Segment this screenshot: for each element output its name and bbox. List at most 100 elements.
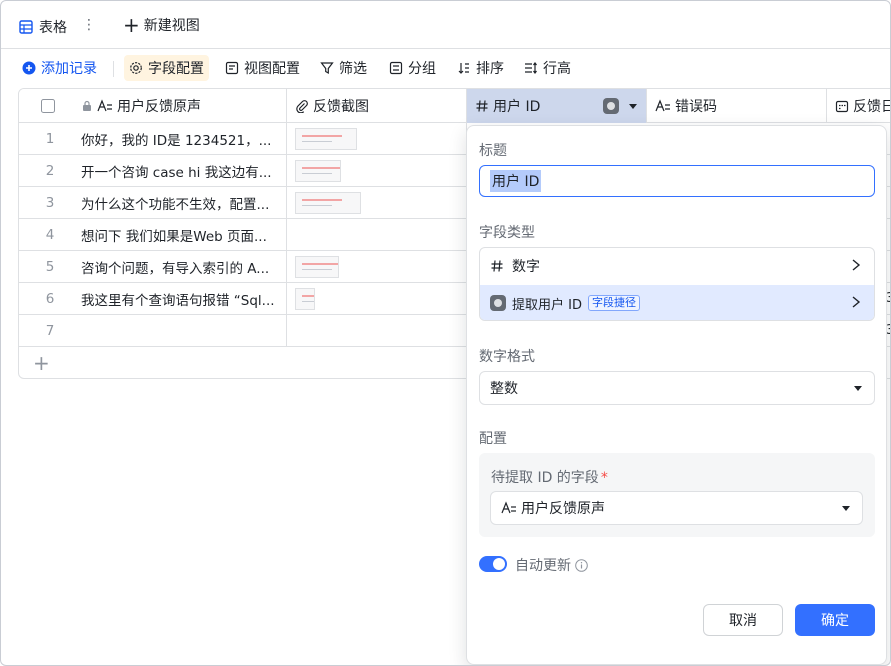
screenshot-thumbnail[interactable]	[295, 127, 357, 150]
column-header-label: 用户反馈原声	[117, 99, 201, 115]
feedback-text: 为什么这个功能不生效，配置...	[81, 196, 270, 213]
cancel-button[interactable]: 取消	[703, 604, 783, 636]
feedback-text: 咨询个问题，有导入索引的 A...	[81, 260, 270, 277]
field-config-label: 字段配置	[148, 61, 204, 77]
screenshot-thumbnail[interactable]	[295, 255, 339, 278]
field-config-panel: 标题 用户 ID 字段类型 数字 提取用户 ID 字段捷径 数字格式 整数 配置…	[466, 125, 887, 665]
view-config-label: 视图配置	[244, 61, 300, 77]
source-field-value: 用户反馈原声	[521, 501, 605, 517]
row-height-button[interactable]: 行高	[519, 55, 576, 81]
add-row-button[interactable]: +	[33, 351, 50, 375]
new-view-button[interactable]: + 新建视图	[123, 15, 200, 35]
screenshot-cell[interactable]	[287, 123, 467, 154]
toolbar-divider	[113, 61, 114, 77]
number-format-select[interactable]: 整数	[479, 371, 875, 405]
text-field-icon	[97, 99, 112, 112]
select-all-cell[interactable]	[19, 89, 81, 123]
add-record-label: 添加记录	[41, 61, 97, 77]
auto-update-label: 自动更新	[515, 558, 571, 574]
more-icon[interactable]: ⋮	[82, 17, 96, 33]
tab-table[interactable]: 表格 ⋮	[9, 9, 105, 45]
feedback-cell[interactable]: 开一个咨询 case hi 我这边有...	[81, 155, 287, 186]
view-tabs: 表格 ⋮ + 新建视图	[1, 1, 890, 49]
column-header-feedback-date[interactable]: 反馈日	[827, 89, 891, 123]
row-number: 1	[45, 130, 55, 147]
grid-header: 用户反馈原声 反馈截图 用户 ID 错误码 反馈日	[19, 89, 891, 123]
field-config-button[interactable]: 字段配置	[124, 55, 209, 81]
add-record-button[interactable]: 添加记录	[17, 55, 102, 81]
column-header-feedback[interactable]: 用户反馈原声	[81, 89, 287, 123]
feedback-cell[interactable]	[81, 315, 287, 346]
row-number: 5	[45, 258, 55, 275]
feedback-text: 你好，我的 ID是 1234521，...	[81, 132, 272, 149]
sort-label: 排序	[476, 61, 504, 77]
attachment-icon	[296, 100, 308, 113]
field-shortcut-tag: 字段捷径	[587, 295, 640, 311]
column-header-label: 错误码	[675, 99, 717, 115]
info-icon[interactable]	[575, 558, 588, 572]
calendar-icon	[835, 100, 849, 113]
column-header-error-code[interactable]: 错误码	[647, 89, 827, 123]
source-field-label-text: 待提取 ID 的字段	[491, 470, 599, 486]
chevron-right-icon	[852, 259, 861, 271]
group-button[interactable]: 分组	[384, 55, 441, 81]
number-field-icon	[476, 100, 488, 112]
config-section: 待提取 ID 的字段 * 用户反馈原声	[479, 453, 875, 537]
number-format-label: 数字格式	[479, 349, 535, 365]
screenshot-cell[interactable]	[287, 315, 467, 346]
group-label: 分组	[408, 61, 436, 77]
field-type-extract-user-id[interactable]: 提取用户 ID 字段捷径	[480, 285, 874, 320]
caret-down-icon	[854, 386, 862, 391]
feedback-cell[interactable]: 为什么这个功能不生效，配置...	[81, 187, 287, 218]
screenshot-cell[interactable]	[287, 219, 467, 250]
column-header-user-id[interactable]: 用户 ID	[467, 89, 647, 123]
feedback-cell[interactable]: 想问下 我们如果是Web 页面...	[81, 219, 287, 250]
column-header-label: 反馈截图	[313, 99, 369, 115]
feedback-text: 我这里有个查询语句报错 “Sql...	[81, 292, 275, 309]
shortcut-badge-icon	[490, 295, 506, 311]
feedback-text: 开一个咨询 case hi 我这边有...	[81, 164, 272, 181]
add-circle-icon	[22, 61, 36, 75]
feedback-cell[interactable]: 你好，我的 ID是 1234521，...	[81, 123, 287, 154]
screenshot-thumbnail[interactable]	[295, 191, 361, 214]
column-header-label: 用户 ID	[493, 99, 541, 115]
column-menu-caret-icon[interactable]	[629, 104, 637, 109]
gear-icon	[130, 62, 142, 74]
field-type-number[interactable]: 数字	[480, 248, 874, 284]
chevron-right-icon	[852, 296, 861, 308]
row-height-icon	[525, 62, 537, 74]
screenshot-thumbnail[interactable]	[295, 159, 341, 182]
screenshot-thumbnail[interactable]	[295, 287, 315, 310]
confirm-button[interactable]: 确定	[795, 604, 875, 636]
source-field-label: 待提取 ID 的字段 *	[491, 467, 608, 487]
number-format-value: 整数	[490, 381, 518, 397]
lock-icon	[83, 100, 91, 111]
group-icon	[389, 61, 403, 75]
auto-update-toggle[interactable]	[479, 556, 507, 572]
screenshot-cell[interactable]	[287, 155, 467, 186]
row-number: 7	[45, 322, 55, 339]
source-field-select[interactable]: 用户反馈原声	[490, 491, 863, 525]
filter-button[interactable]: 筛选	[315, 55, 372, 81]
checkbox-icon[interactable]	[41, 99, 55, 113]
screenshot-cell[interactable]	[287, 283, 467, 314]
filter-label: 筛选	[339, 61, 367, 77]
column-header-label: 反馈日	[853, 99, 891, 115]
plus-icon: +	[123, 13, 140, 37]
row-number: 3	[45, 194, 55, 211]
column-header-screenshot[interactable]: 反馈截图	[287, 89, 467, 123]
screenshot-cell[interactable]	[287, 251, 467, 282]
feedback-cell[interactable]: 咨询个问题，有导入索引的 A...	[81, 251, 287, 282]
text-field-icon	[501, 501, 516, 514]
field-type-list: 数字 提取用户 ID 字段捷径	[479, 247, 875, 321]
row-number: 2	[45, 162, 55, 179]
tab-table-label: 表格	[39, 20, 67, 36]
screenshot-cell[interactable]	[287, 187, 467, 218]
field-title-input[interactable]: 用户 ID	[479, 165, 875, 197]
filter-icon	[320, 62, 334, 75]
feedback-cell[interactable]: 我这里有个查询语句报错 “Sql...	[81, 283, 287, 314]
caret-down-icon	[842, 506, 850, 511]
sort-button[interactable]: 排序	[452, 55, 509, 81]
view-config-button[interactable]: 视图配置	[220, 55, 305, 81]
shortcut-badge-icon	[603, 98, 619, 114]
